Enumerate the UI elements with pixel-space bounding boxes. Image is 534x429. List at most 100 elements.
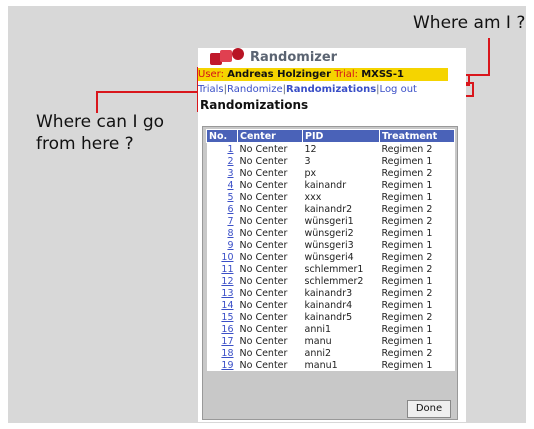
table-row: 18 No Center anni2 Regimen 2 bbox=[206, 347, 455, 359]
cell-pid: anni1 bbox=[302, 323, 380, 335]
cell-number-link[interactable]: 3 bbox=[206, 167, 238, 179]
nav-trials[interactable]: Trials bbox=[198, 84, 224, 95]
cell-center: No Center bbox=[237, 251, 303, 263]
table-row: 16 No Center anni1 Regimen 1 bbox=[206, 323, 455, 335]
cell-number-link[interactable]: 15 bbox=[206, 311, 238, 323]
cell-center: No Center bbox=[237, 299, 303, 311]
cell-treatment: Regimen 2 bbox=[379, 311, 455, 323]
callout-line bbox=[96, 91, 200, 93]
table-row: 6 No Center kainandr2 Regimen 2 bbox=[206, 203, 455, 215]
page-title: Randomizations bbox=[200, 98, 309, 112]
done-button[interactable]: Done bbox=[407, 400, 451, 418]
table-row: 9 No Center wünsgeri3 Regimen 1 bbox=[206, 239, 455, 251]
randomizer-app: Randomizer User: Andreas Holzinger Trial… bbox=[198, 48, 466, 422]
table-row: 12 No Center schlemmer2 Regimen 1 bbox=[206, 275, 455, 287]
stage: Where am I ? Where can I go from here ? … bbox=[0, 0, 534, 429]
cell-pid: kainandr4 bbox=[302, 299, 380, 311]
cell-number-link[interactable]: 9 bbox=[206, 239, 238, 251]
cell-number-link[interactable]: 18 bbox=[206, 347, 238, 359]
cell-center: No Center bbox=[237, 359, 303, 371]
cell-pid: kainandr2 bbox=[302, 203, 380, 215]
column-header-treatment[interactable]: Treatment bbox=[379, 129, 455, 143]
cell-treatment: Regimen 1 bbox=[379, 323, 455, 335]
cell-pid: manu1 bbox=[302, 359, 380, 371]
cell-number-link[interactable]: 11 bbox=[206, 263, 238, 275]
cell-number-link[interactable]: 16 bbox=[206, 323, 238, 335]
table-row: 1 No Center 12 Regimen 2 bbox=[206, 142, 455, 155]
cell-center: No Center bbox=[237, 239, 303, 251]
annotation-where-can-i-go: Where can I go from here ? bbox=[36, 112, 165, 154]
cell-number-link[interactable]: 17 bbox=[206, 335, 238, 347]
cell-number-link[interactable]: 2 bbox=[206, 155, 238, 167]
cell-pid: schlemmer2 bbox=[302, 275, 380, 287]
cell-number-link[interactable]: 7 bbox=[206, 215, 238, 227]
user-trial-bar: User: Andreas Holzinger Trial: MXSS-1 bbox=[198, 68, 448, 81]
cell-number-link[interactable]: 13 bbox=[206, 287, 238, 299]
cell-center: No Center bbox=[237, 323, 303, 335]
cell-number-link[interactable]: 5 bbox=[206, 191, 238, 203]
cell-center: No Center bbox=[237, 191, 303, 203]
column-header-center[interactable]: Center bbox=[237, 129, 303, 143]
randomizations-panel: No. Center PID Treatment 1 No Center 12 Reg… bbox=[202, 126, 458, 420]
table-row: 8 No Center wünsgeri2 Regimen 1 bbox=[206, 227, 455, 239]
cell-treatment: Regimen 2 bbox=[379, 203, 455, 215]
table-row: 10 No Center wünsgeri4 Regimen 2 bbox=[206, 251, 455, 263]
user-name: Andreas Holzinger bbox=[227, 69, 332, 80]
column-header-pid[interactable]: PID bbox=[302, 129, 380, 143]
cell-center: No Center bbox=[237, 263, 303, 275]
nav-randomize[interactable]: Randomize bbox=[227, 84, 283, 95]
cell-center: No Center bbox=[237, 311, 303, 323]
cell-number-link[interactable]: 14 bbox=[206, 299, 238, 311]
table-row: 5 No Center xxx Regimen 1 bbox=[206, 191, 455, 203]
cell-center: No Center bbox=[237, 227, 303, 239]
cell-center: No Center bbox=[237, 167, 303, 179]
cell-center: No Center bbox=[237, 142, 303, 155]
cell-number-link[interactable]: 10 bbox=[206, 251, 238, 263]
cell-pid: wünsgeri2 bbox=[302, 227, 380, 239]
cell-treatment: Regimen 1 bbox=[379, 335, 455, 347]
cell-pid: 3 bbox=[302, 155, 380, 167]
nav-logout[interactable]: Log out bbox=[380, 84, 417, 95]
cell-number-link[interactable]: 6 bbox=[206, 203, 238, 215]
cell-treatment: Regimen 1 bbox=[379, 155, 455, 167]
cell-number-link[interactable]: 19 bbox=[206, 359, 238, 371]
cell-treatment: Regimen 1 bbox=[379, 359, 455, 371]
app-title: Randomizer bbox=[250, 50, 338, 65]
cell-center: No Center bbox=[237, 347, 303, 359]
logo-row: Randomizer bbox=[198, 48, 466, 66]
cell-treatment: Regimen 2 bbox=[379, 347, 455, 359]
cell-center: No Center bbox=[237, 215, 303, 227]
cell-center: No Center bbox=[237, 203, 303, 215]
cell-treatment: Regimen 2 bbox=[379, 215, 455, 227]
cell-center: No Center bbox=[237, 179, 303, 191]
cell-number-link[interactable]: 1 bbox=[206, 142, 238, 155]
cell-pid: kainandr5 bbox=[302, 311, 380, 323]
nav-randomizations[interactable]: Randomizations bbox=[286, 84, 376, 95]
cell-pid: kainandr bbox=[302, 179, 380, 191]
cell-pid: wünsgeri4 bbox=[302, 251, 380, 263]
table-row: 3 No Center px Regimen 2 bbox=[206, 167, 455, 179]
cell-pid: wünsgeri3 bbox=[302, 239, 380, 251]
cell-number-link[interactable]: 4 bbox=[206, 179, 238, 191]
table-row: 13 No Center kainandr3 Regimen 2 bbox=[206, 287, 455, 299]
cell-number-link[interactable]: 12 bbox=[206, 275, 238, 287]
cell-pid: xxx bbox=[302, 191, 380, 203]
cell-treatment: Regimen 1 bbox=[379, 179, 455, 191]
cell-pid: schlemmer1 bbox=[302, 263, 380, 275]
table-row: 7 No Center wünsgeri1 Regimen 2 bbox=[206, 215, 455, 227]
dice-icon bbox=[220, 50, 232, 62]
dice-icon bbox=[232, 48, 244, 60]
randomizations-table: No. Center PID Treatment 1 No Center 12 Reg… bbox=[206, 129, 455, 371]
cell-center: No Center bbox=[237, 287, 303, 299]
user-label: User: bbox=[198, 69, 224, 80]
cell-treatment: Regimen 2 bbox=[379, 287, 455, 299]
cell-treatment: Regimen 1 bbox=[379, 227, 455, 239]
table-row: 14 No Center kainandr4 Regimen 1 bbox=[206, 299, 455, 311]
cell-pid: px bbox=[302, 167, 380, 179]
table-row: 17 No Center manu Regimen 1 bbox=[206, 335, 455, 347]
column-header-no[interactable]: No. bbox=[206, 129, 238, 143]
cell-treatment: Regimen 1 bbox=[379, 191, 455, 203]
cell-number-link[interactable]: 8 bbox=[206, 227, 238, 239]
cell-pid: kainandr3 bbox=[302, 287, 380, 299]
cell-treatment: Regimen 2 bbox=[379, 167, 455, 179]
